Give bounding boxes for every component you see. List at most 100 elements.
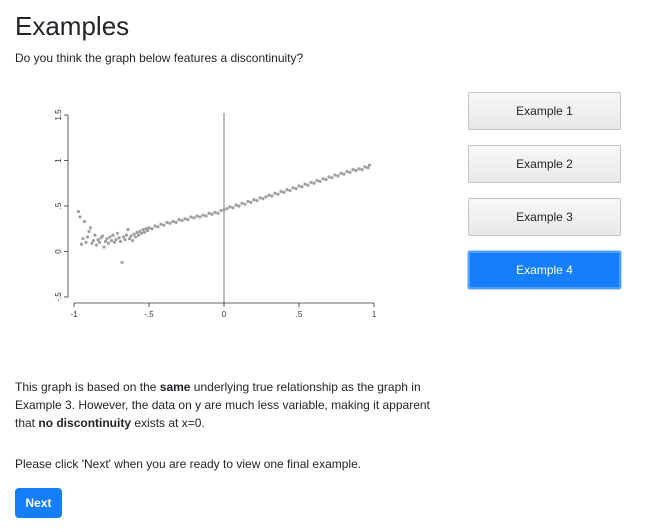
data-point	[354, 168, 358, 173]
example-1-button[interactable]: Example 1	[468, 92, 621, 130]
next-prompt-text: Please click 'Next' when you are ready t…	[15, 457, 362, 471]
data-point	[150, 227, 154, 231]
data-point	[303, 182, 307, 186]
data-point	[273, 191, 277, 195]
example-4-button[interactable]: Example 4	[468, 251, 621, 289]
data-point	[135, 230, 139, 234]
example-3-button[interactable]: Example 3	[468, 198, 621, 236]
data-point	[120, 260, 124, 265]
data-point	[258, 196, 262, 200]
data-point	[82, 219, 87, 224]
data-point	[294, 187, 298, 191]
data-point	[348, 170, 352, 174]
data-point	[210, 212, 214, 216]
data-point	[342, 172, 346, 176]
data-point	[357, 167, 361, 171]
next-button[interactable]: Next	[15, 488, 62, 518]
data-point	[111, 233, 115, 237]
data-point	[78, 215, 82, 219]
data-point	[333, 173, 337, 177]
data-point	[171, 219, 175, 224]
data-point	[345, 169, 349, 174]
data-point	[225, 207, 229, 211]
data-point	[192, 216, 196, 220]
data-point	[139, 231, 144, 235]
data-point	[159, 222, 163, 226]
x-tick-label: .5	[296, 310, 303, 319]
data-point	[162, 223, 166, 227]
data-point	[288, 188, 292, 193]
data-point	[315, 178, 319, 183]
data-point	[102, 245, 106, 249]
data-point	[351, 168, 355, 172]
data-point	[234, 203, 238, 207]
data-point	[84, 240, 88, 244]
data-point	[94, 243, 99, 247]
data-point	[112, 240, 117, 244]
data-point	[309, 180, 313, 184]
data-point	[279, 189, 283, 194]
data-point	[136, 233, 141, 237]
data-point	[97, 240, 102, 244]
data-point	[85, 235, 90, 239]
data-point	[261, 197, 265, 201]
data-point	[366, 166, 370, 170]
data-point	[115, 231, 120, 235]
data-point	[117, 236, 121, 240]
y-tick-label: -.5	[54, 292, 63, 302]
explanation-emphasis-no-discontinuity: no discontinuity	[38, 416, 132, 430]
data-point	[231, 206, 235, 210]
data-point	[165, 220, 169, 224]
example-2-button[interactable]: Example 2	[468, 145, 621, 183]
data-point	[126, 228, 130, 232]
data-point	[177, 218, 181, 222]
data-point	[324, 178, 328, 182]
data-point	[318, 179, 322, 184]
data-point	[76, 209, 81, 214]
question-text: Do you think the graph below features a …	[15, 51, 304, 65]
data-point	[133, 235, 138, 239]
data-point	[183, 217, 187, 221]
data-point	[267, 193, 271, 197]
data-point	[114, 238, 118, 242]
data-point	[145, 228, 150, 233]
data-point	[237, 204, 241, 208]
data-point	[189, 215, 193, 219]
data-point	[124, 233, 129, 237]
x-tick-label: 0	[222, 310, 227, 319]
data-point	[147, 226, 151, 230]
data-point	[100, 234, 105, 238]
data-point	[222, 208, 226, 212]
data-point	[255, 198, 259, 203]
y-tick-label: 0	[54, 249, 63, 254]
data-point	[141, 228, 145, 232]
data-point	[336, 174, 340, 178]
data-point	[106, 241, 111, 245]
data-point	[105, 237, 109, 241]
data-point	[142, 230, 147, 234]
data-point	[252, 198, 256, 202]
data-point	[219, 208, 223, 213]
data-point	[198, 215, 202, 219]
data-point	[93, 233, 97, 237]
data-point	[103, 239, 108, 244]
data-point	[81, 237, 85, 241]
data-point	[306, 183, 310, 187]
data-point	[327, 175, 331, 179]
explanation-part-3: exists at x=0.	[131, 416, 205, 430]
data-point	[204, 214, 208, 218]
data-point	[276, 192, 280, 196]
data-point	[339, 171, 343, 175]
data-point	[174, 220, 178, 224]
data-point	[121, 235, 126, 239]
data-point	[312, 181, 316, 185]
data-point	[201, 213, 205, 217]
data-point	[243, 202, 247, 206]
data-point	[264, 195, 268, 199]
data-point	[129, 234, 133, 238]
data-point	[270, 194, 274, 198]
data-point	[300, 185, 304, 189]
data-point	[282, 190, 286, 194]
y-tick-label: 1.5	[54, 109, 63, 121]
data-point	[90, 241, 94, 245]
